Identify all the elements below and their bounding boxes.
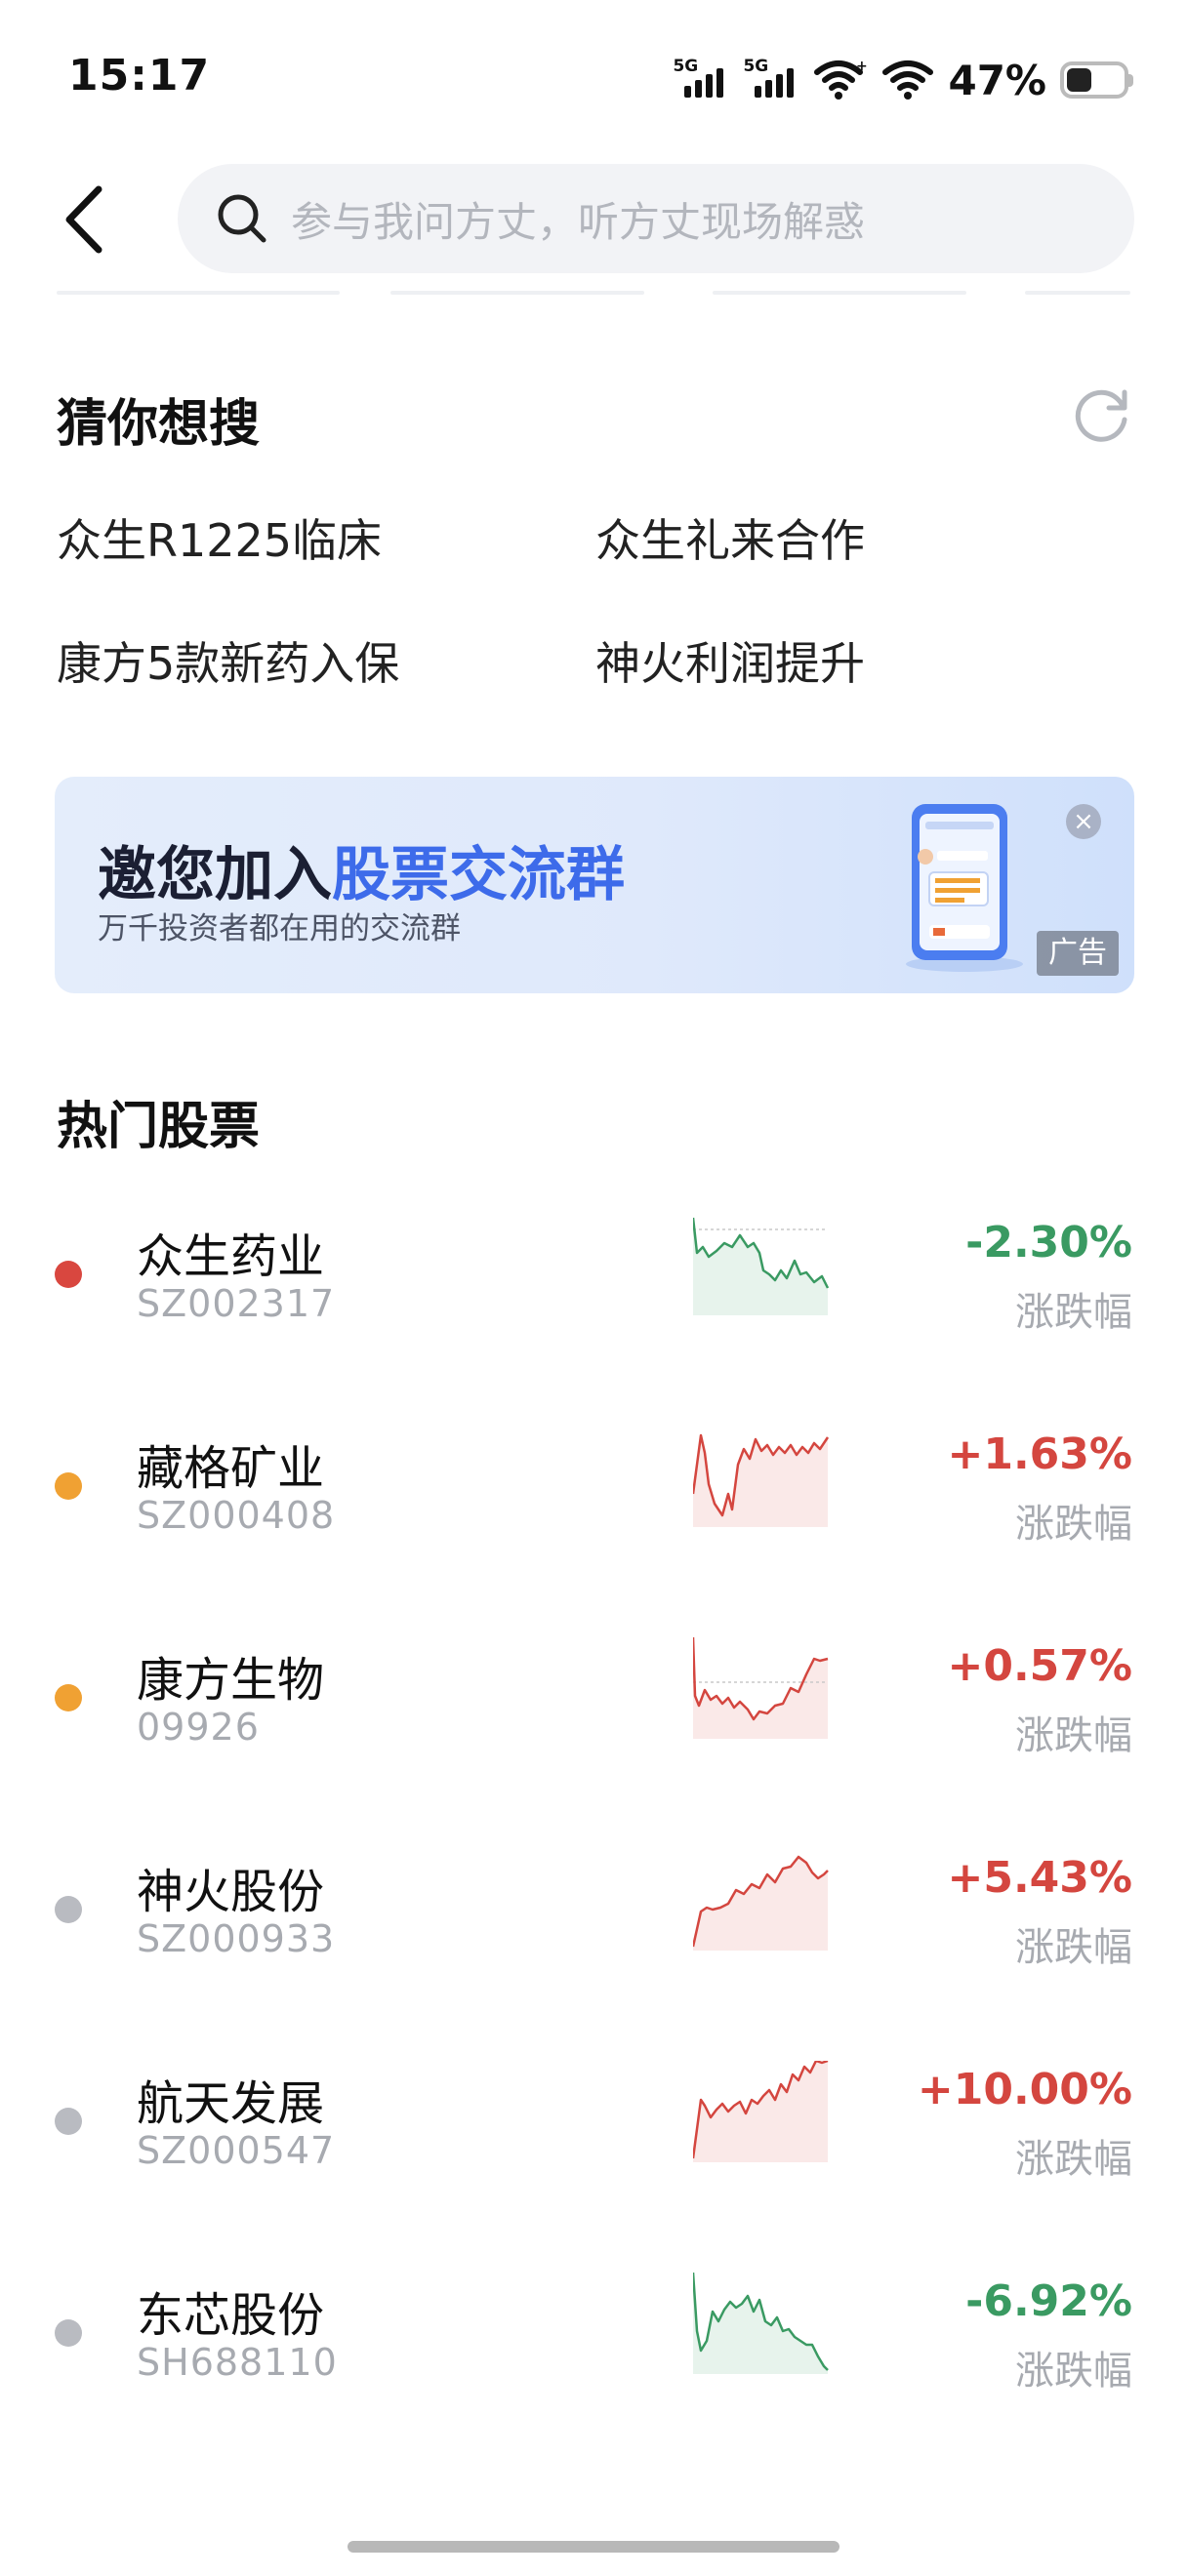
stock-change: +1.63% [947, 1429, 1132, 1479]
stock-change: -6.92% [965, 2276, 1132, 2326]
stock-change: -2.30% [965, 1218, 1132, 1268]
stock-name: 神火股份 [137, 1865, 325, 1919]
search-icon [218, 194, 266, 243]
stock-change-label: 涨跌幅 [1015, 1925, 1132, 1970]
stock-indicator-dot [55, 2319, 82, 2347]
home-indicator[interactable] [348, 2541, 839, 2553]
stock-sparkline [693, 1217, 830, 1315]
cellular-signal-icon: 5G [673, 57, 729, 101]
guess-section-title: 猜你想搜 [57, 395, 261, 454]
stock-indicator-dot [55, 1472, 82, 1500]
banner-title: 邀您加入股票交流群 [98, 827, 625, 912]
stock-row[interactable]: 藏格矿业 SZ000408 +1.63% 涨跌幅 [0, 1408, 1187, 1584]
stock-sparkline [693, 2061, 829, 2162]
stock-name: 众生药业 [137, 1229, 325, 1284]
stock-row[interactable]: 康方生物 09926 +0.57% 涨跌幅 [0, 1620, 1187, 1795]
stock-code: SZ000547 [137, 2129, 336, 2172]
chevron-left-icon [65, 185, 102, 254]
stock-indicator-dot [55, 1896, 82, 1923]
back-button[interactable] [49, 176, 117, 263]
guess-item[interactable]: 众生R1225临床 [57, 505, 382, 570]
tab-strip-remnant [57, 291, 1130, 299]
banner-title-part1: 邀您加入 [98, 841, 332, 909]
stock-indicator-dot [55, 1261, 82, 1288]
ad-banner[interactable]: 邀您加入股票交流群 万千投资者都在用的交流群 × 广告 [55, 777, 1134, 993]
stock-name: 航天发展 [137, 2076, 325, 2131]
stock-code: 09926 [137, 1706, 260, 1749]
cellular-signal-icon: 5G [743, 57, 799, 101]
stock-code: SZ002317 [137, 1282, 336, 1325]
banner-subtitle: 万千投资者都在用的交流群 [98, 911, 461, 946]
stock-indicator-dot [55, 1684, 82, 1711]
stock-row[interactable]: 航天发展 SZ000547 +10.00% 涨跌幅 [0, 2043, 1187, 2219]
banner-title-highlight: 股票交流群 [332, 841, 625, 909]
stock-change-label: 涨跌幅 [1015, 1502, 1132, 1547]
battery-percent: 47% [948, 56, 1046, 104]
guess-item[interactable]: 康方5款新药入保 [57, 628, 399, 693]
status-icons: 5G 5G + 47% [673, 51, 1133, 109]
stock-code: SZ000933 [137, 1917, 336, 1960]
status-time: 15:17 [68, 51, 211, 101]
svg-text:+: + [856, 59, 868, 74]
stock-name: 东芯股份 [137, 2288, 325, 2343]
stock-change-label: 涨跌幅 [1015, 1290, 1132, 1335]
stock-row[interactable]: 东芯股份 SH688110 -6.92% 涨跌幅 [0, 2255, 1187, 2431]
guess-item[interactable]: 众生礼来合作 [595, 505, 865, 570]
stock-name: 康方生物 [137, 1653, 325, 1708]
stock-change: +10.00% [917, 2065, 1132, 2114]
wifi-calling-icon: + [814, 59, 868, 100]
battery-icon [1060, 61, 1133, 99]
guess-item[interactable]: 神火利润提升 [595, 628, 865, 693]
close-icon[interactable]: × [1066, 804, 1101, 839]
stock-change-label: 涨跌幅 [1015, 2349, 1132, 2394]
refresh-icon [1075, 389, 1127, 442]
stock-sparkline [693, 1855, 829, 1951]
stock-row[interactable]: 神火股份 SZ000933 +5.43% 涨跌幅 [0, 1831, 1187, 2007]
stock-change: +5.43% [947, 1853, 1132, 1903]
stock-code: SH688110 [137, 2341, 338, 2384]
stock-change: +0.57% [947, 1641, 1132, 1691]
stock-row[interactable]: 众生药业 SZ002317 -2.30% 涨跌幅 [0, 1196, 1187, 1372]
stock-change-label: 涨跌幅 [1015, 1713, 1132, 1758]
refresh-button[interactable] [1070, 382, 1132, 445]
wifi-icon [882, 60, 934, 100]
hot-stocks-title: 热门股票 [57, 1098, 261, 1156]
search-input[interactable]: 参与我问方丈，听方丈现场解惑 [178, 164, 1134, 273]
stock-sparkline [693, 1433, 830, 1527]
stock-sparkline [693, 1637, 829, 1739]
stock-code: SZ000408 [137, 1494, 336, 1537]
ad-badge: 广告 [1037, 931, 1119, 976]
stock-change-label: 涨跌幅 [1015, 2137, 1132, 2182]
search-placeholder: 参与我问方丈，听方丈现场解惑 [291, 197, 866, 246]
stock-name: 藏格矿业 [137, 1441, 325, 1496]
phone-illustration-icon [906, 804, 1023, 972]
stock-indicator-dot [55, 2108, 82, 2135]
stock-sparkline [693, 2273, 829, 2374]
